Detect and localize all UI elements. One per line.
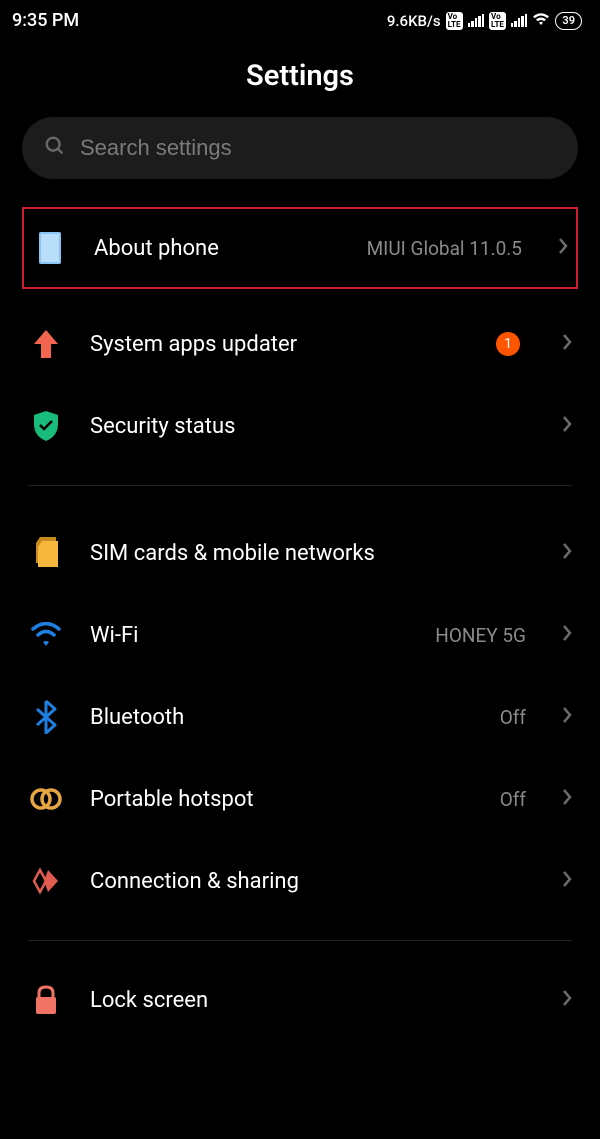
search-icon: [44, 135, 66, 161]
chevron-right-icon: [562, 624, 572, 646]
row-wifi[interactable]: Wi-Fi HONEY 5G: [0, 594, 600, 676]
row-label: Bluetooth: [90, 705, 474, 730]
row-label: Wi-Fi: [90, 623, 409, 648]
chevron-right-icon: [558, 237, 568, 259]
row-about-phone[interactable]: About phone MIUI Global 11.0.5: [24, 209, 576, 287]
status-time: 9:35 PM: [12, 10, 79, 31]
highlight-frame: About phone MIUI Global 11.0.5: [22, 207, 578, 289]
chevron-right-icon: [562, 706, 572, 728]
divider: [28, 485, 572, 486]
row-label: SIM cards & mobile networks: [90, 541, 526, 566]
volte-icon: VoLTE: [446, 12, 463, 30]
bluetooth-icon: [28, 699, 64, 735]
row-value: Off: [500, 788, 526, 811]
row-value: MIUI Global 11.0.5: [367, 237, 522, 260]
divider: [28, 940, 572, 941]
row-label: Portable hotspot: [90, 787, 474, 812]
row-connection-sharing[interactable]: Connection & sharing: [0, 840, 600, 922]
notification-badge: 1: [496, 332, 520, 356]
hotspot-icon: [28, 781, 64, 817]
row-bluetooth[interactable]: Bluetooth Off: [0, 676, 600, 758]
status-speed: 9.6KB/s: [387, 12, 441, 30]
row-lock-screen[interactable]: Lock screen: [0, 959, 600, 1041]
row-value: Off: [500, 706, 526, 729]
arrow-up-icon: [28, 326, 64, 362]
signal-icon: [511, 14, 528, 27]
chevron-right-icon: [562, 788, 572, 810]
signal-icon: [468, 14, 485, 27]
row-portable-hotspot[interactable]: Portable hotspot Off: [0, 758, 600, 840]
phone-icon: [32, 230, 68, 266]
wifi-status-icon: [532, 12, 550, 30]
status-right: 9.6KB/s VoLTE VoLTE 39: [387, 12, 582, 30]
row-security-status[interactable]: Security status: [0, 385, 600, 467]
row-value: HONEY 5G: [435, 624, 526, 647]
row-label: System apps updater: [90, 332, 470, 357]
search-box[interactable]: [22, 117, 578, 179]
lock-icon: [28, 982, 64, 1018]
row-label: About phone: [94, 236, 341, 261]
wifi-icon: [28, 617, 64, 653]
battery-icon: 39: [555, 12, 582, 30]
chevron-right-icon: [562, 870, 572, 892]
sim-icon: [28, 535, 64, 571]
status-bar: 9:35 PM 9.6KB/s VoLTE VoLTE 39: [0, 0, 600, 37]
row-label: Security status: [90, 414, 526, 439]
page-title: Settings: [0, 37, 600, 117]
shield-check-icon: [28, 408, 64, 444]
chevron-right-icon: [562, 989, 572, 1011]
volte-icon: VoLTE: [489, 12, 506, 30]
chevron-right-icon: [562, 333, 572, 355]
search-input[interactable]: [80, 135, 556, 161]
connection-icon: [28, 863, 64, 899]
row-system-apps-updater[interactable]: System apps updater 1: [0, 303, 600, 385]
row-label: Connection & sharing: [90, 869, 526, 894]
chevron-right-icon: [562, 415, 572, 437]
row-label: Lock screen: [90, 988, 526, 1013]
row-sim-cards[interactable]: SIM cards & mobile networks: [0, 512, 600, 594]
chevron-right-icon: [562, 542, 572, 564]
